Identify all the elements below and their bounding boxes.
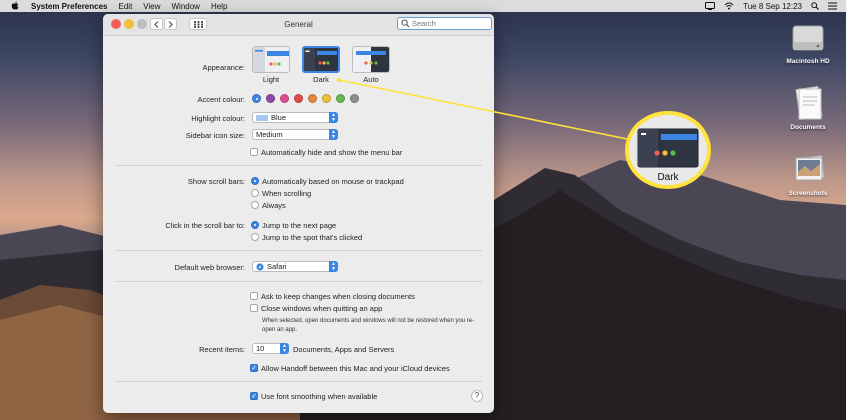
zoom-callout-label: Dark	[657, 172, 679, 183]
callout-pointer-line	[336, 77, 633, 141]
zoom-callout: Dark	[625, 111, 711, 189]
zoom-callout-inner: Dark	[629, 115, 707, 185]
